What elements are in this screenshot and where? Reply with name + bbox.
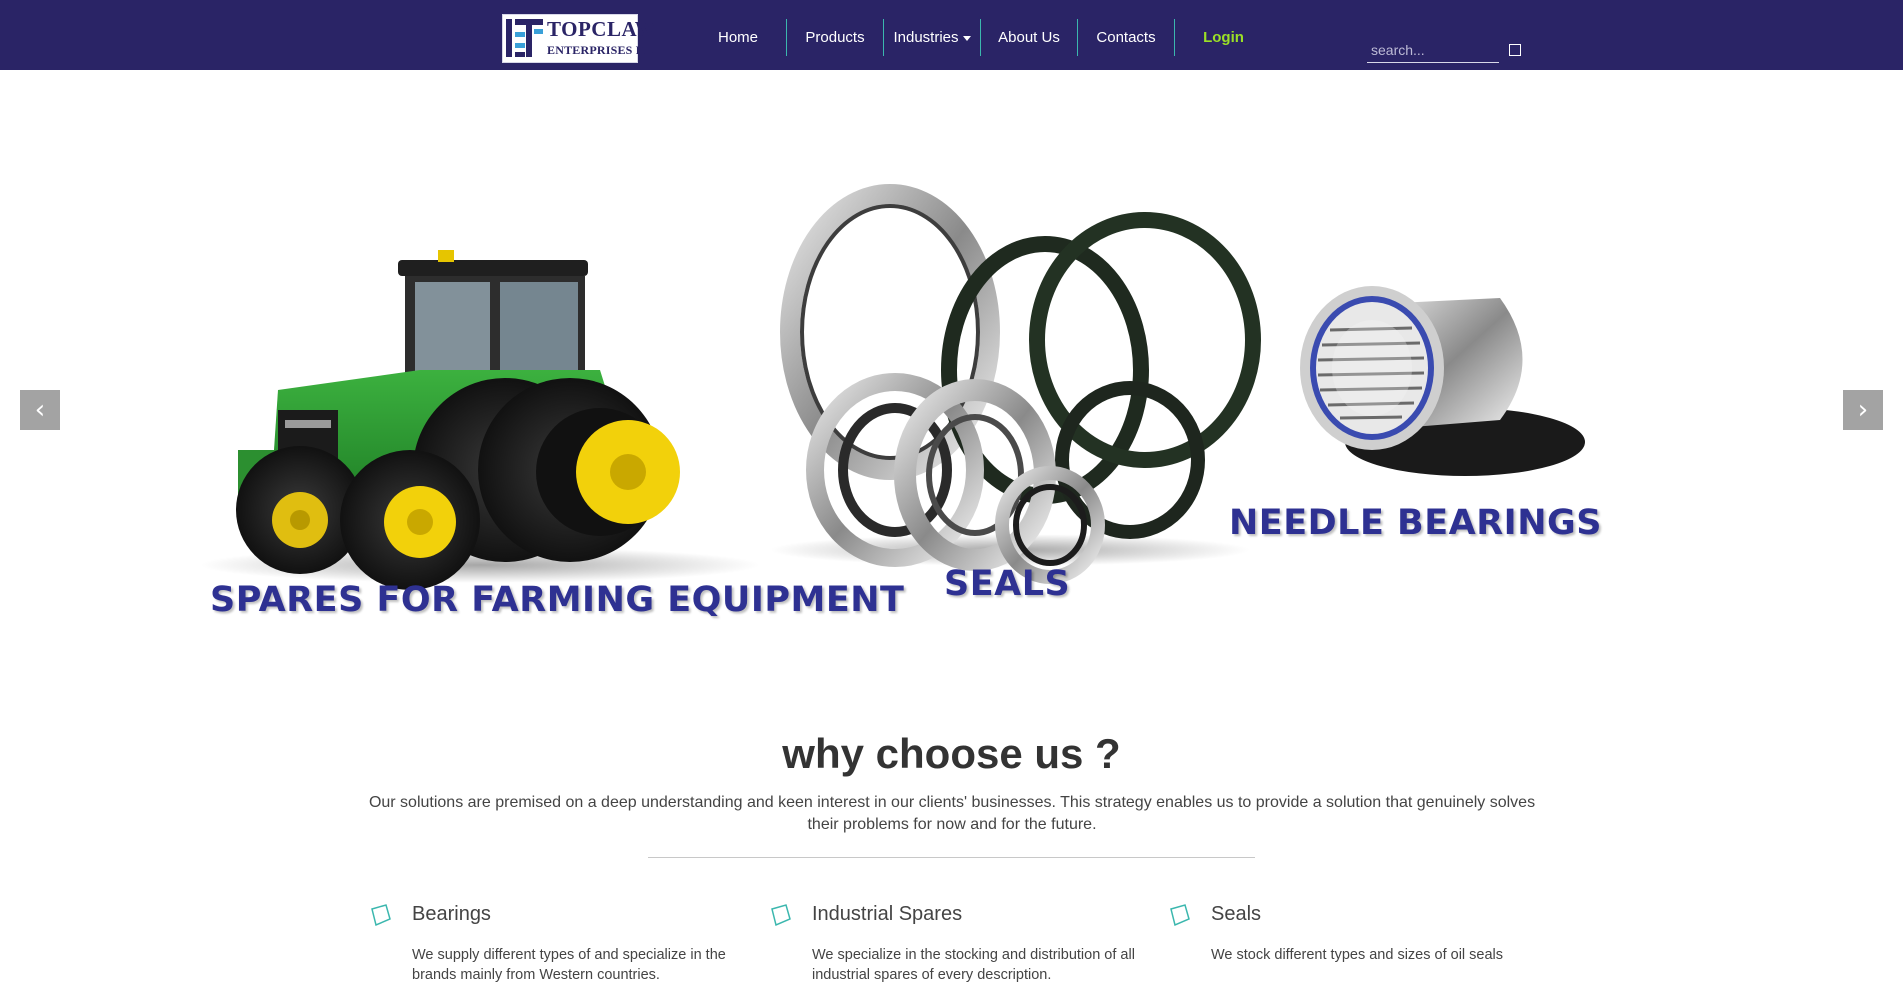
needle-bearing-illustration bbox=[1300, 286, 1585, 476]
feature-title: Industrial Spares bbox=[812, 903, 963, 925]
nav-products[interactable]: Products bbox=[787, 19, 884, 56]
nav-about-label: About Us bbox=[998, 29, 1060, 46]
logo-mark-icon bbox=[506, 19, 543, 57]
feature-text: We supply different types of and special… bbox=[412, 947, 726, 983]
nav-home-label: Home bbox=[717, 29, 758, 46]
chevron-right-icon: › bbox=[1857, 395, 1869, 425]
tractor-illustration bbox=[200, 250, 760, 590]
main-nav: Home Products Industries About Us Contac… bbox=[690, 19, 1272, 56]
carousel-next-button[interactable]: › bbox=[1843, 390, 1883, 430]
diamond-icon bbox=[771, 904, 791, 927]
logo-subname: ENTERPRISES P.L bbox=[547, 43, 654, 57]
feature-text: We specialize in the stocking and distri… bbox=[812, 947, 1135, 983]
caret-down-icon bbox=[962, 36, 971, 41]
feature-title: Bearings bbox=[412, 903, 491, 925]
nav-login-label: Login bbox=[1203, 29, 1244, 46]
section-divider bbox=[648, 857, 1255, 858]
hero-carousel: SPARES FOR FARMING EQUIPMENT SEALS NEEDL… bbox=[0, 70, 1903, 680]
logo-name: TOPCLAW bbox=[547, 17, 657, 41]
caption-needle-bearings: NEEDLE BEARINGS bbox=[1229, 503, 1602, 543]
section-description: Our solutions are premised on a deep und… bbox=[368, 794, 1536, 833]
nav-home[interactable]: Home bbox=[690, 19, 787, 56]
chevron-left-icon: ‹ bbox=[34, 395, 46, 425]
feature-text: We stock different types and sizes of oi… bbox=[1211, 947, 1504, 963]
section-title: why choose us ? bbox=[782, 730, 1121, 777]
top-navbar: TOPCLAW ENTERPRISES P.L Home Products In… bbox=[0, 0, 1903, 70]
diamond-icon bbox=[371, 904, 391, 927]
nav-industries-label: Industries bbox=[893, 29, 959, 46]
company-logo[interactable]: TOPCLAW ENTERPRISES P.L bbox=[502, 14, 656, 63]
nav-contacts[interactable]: Contacts bbox=[1078, 19, 1175, 56]
search-submit-icon[interactable] bbox=[1509, 44, 1521, 56]
nav-login[interactable]: Login bbox=[1175, 19, 1272, 56]
diamond-icon bbox=[1170, 904, 1190, 927]
nav-contacts-label: Contacts bbox=[1096, 29, 1156, 46]
search-input[interactable] bbox=[1367, 38, 1499, 63]
nav-industries[interactable]: Industries bbox=[884, 19, 981, 56]
caption-farming: SPARES FOR FARMING EQUIPMENT bbox=[210, 580, 905, 620]
carousel-prev-button[interactable]: ‹ bbox=[20, 390, 60, 430]
nav-about[interactable]: About Us bbox=[981, 19, 1078, 56]
nav-products-label: Products bbox=[805, 29, 865, 46]
caption-seals: SEALS bbox=[944, 564, 1071, 604]
seals-illustration bbox=[770, 184, 1261, 584]
feature-title: Seals bbox=[1211, 903, 1262, 925]
